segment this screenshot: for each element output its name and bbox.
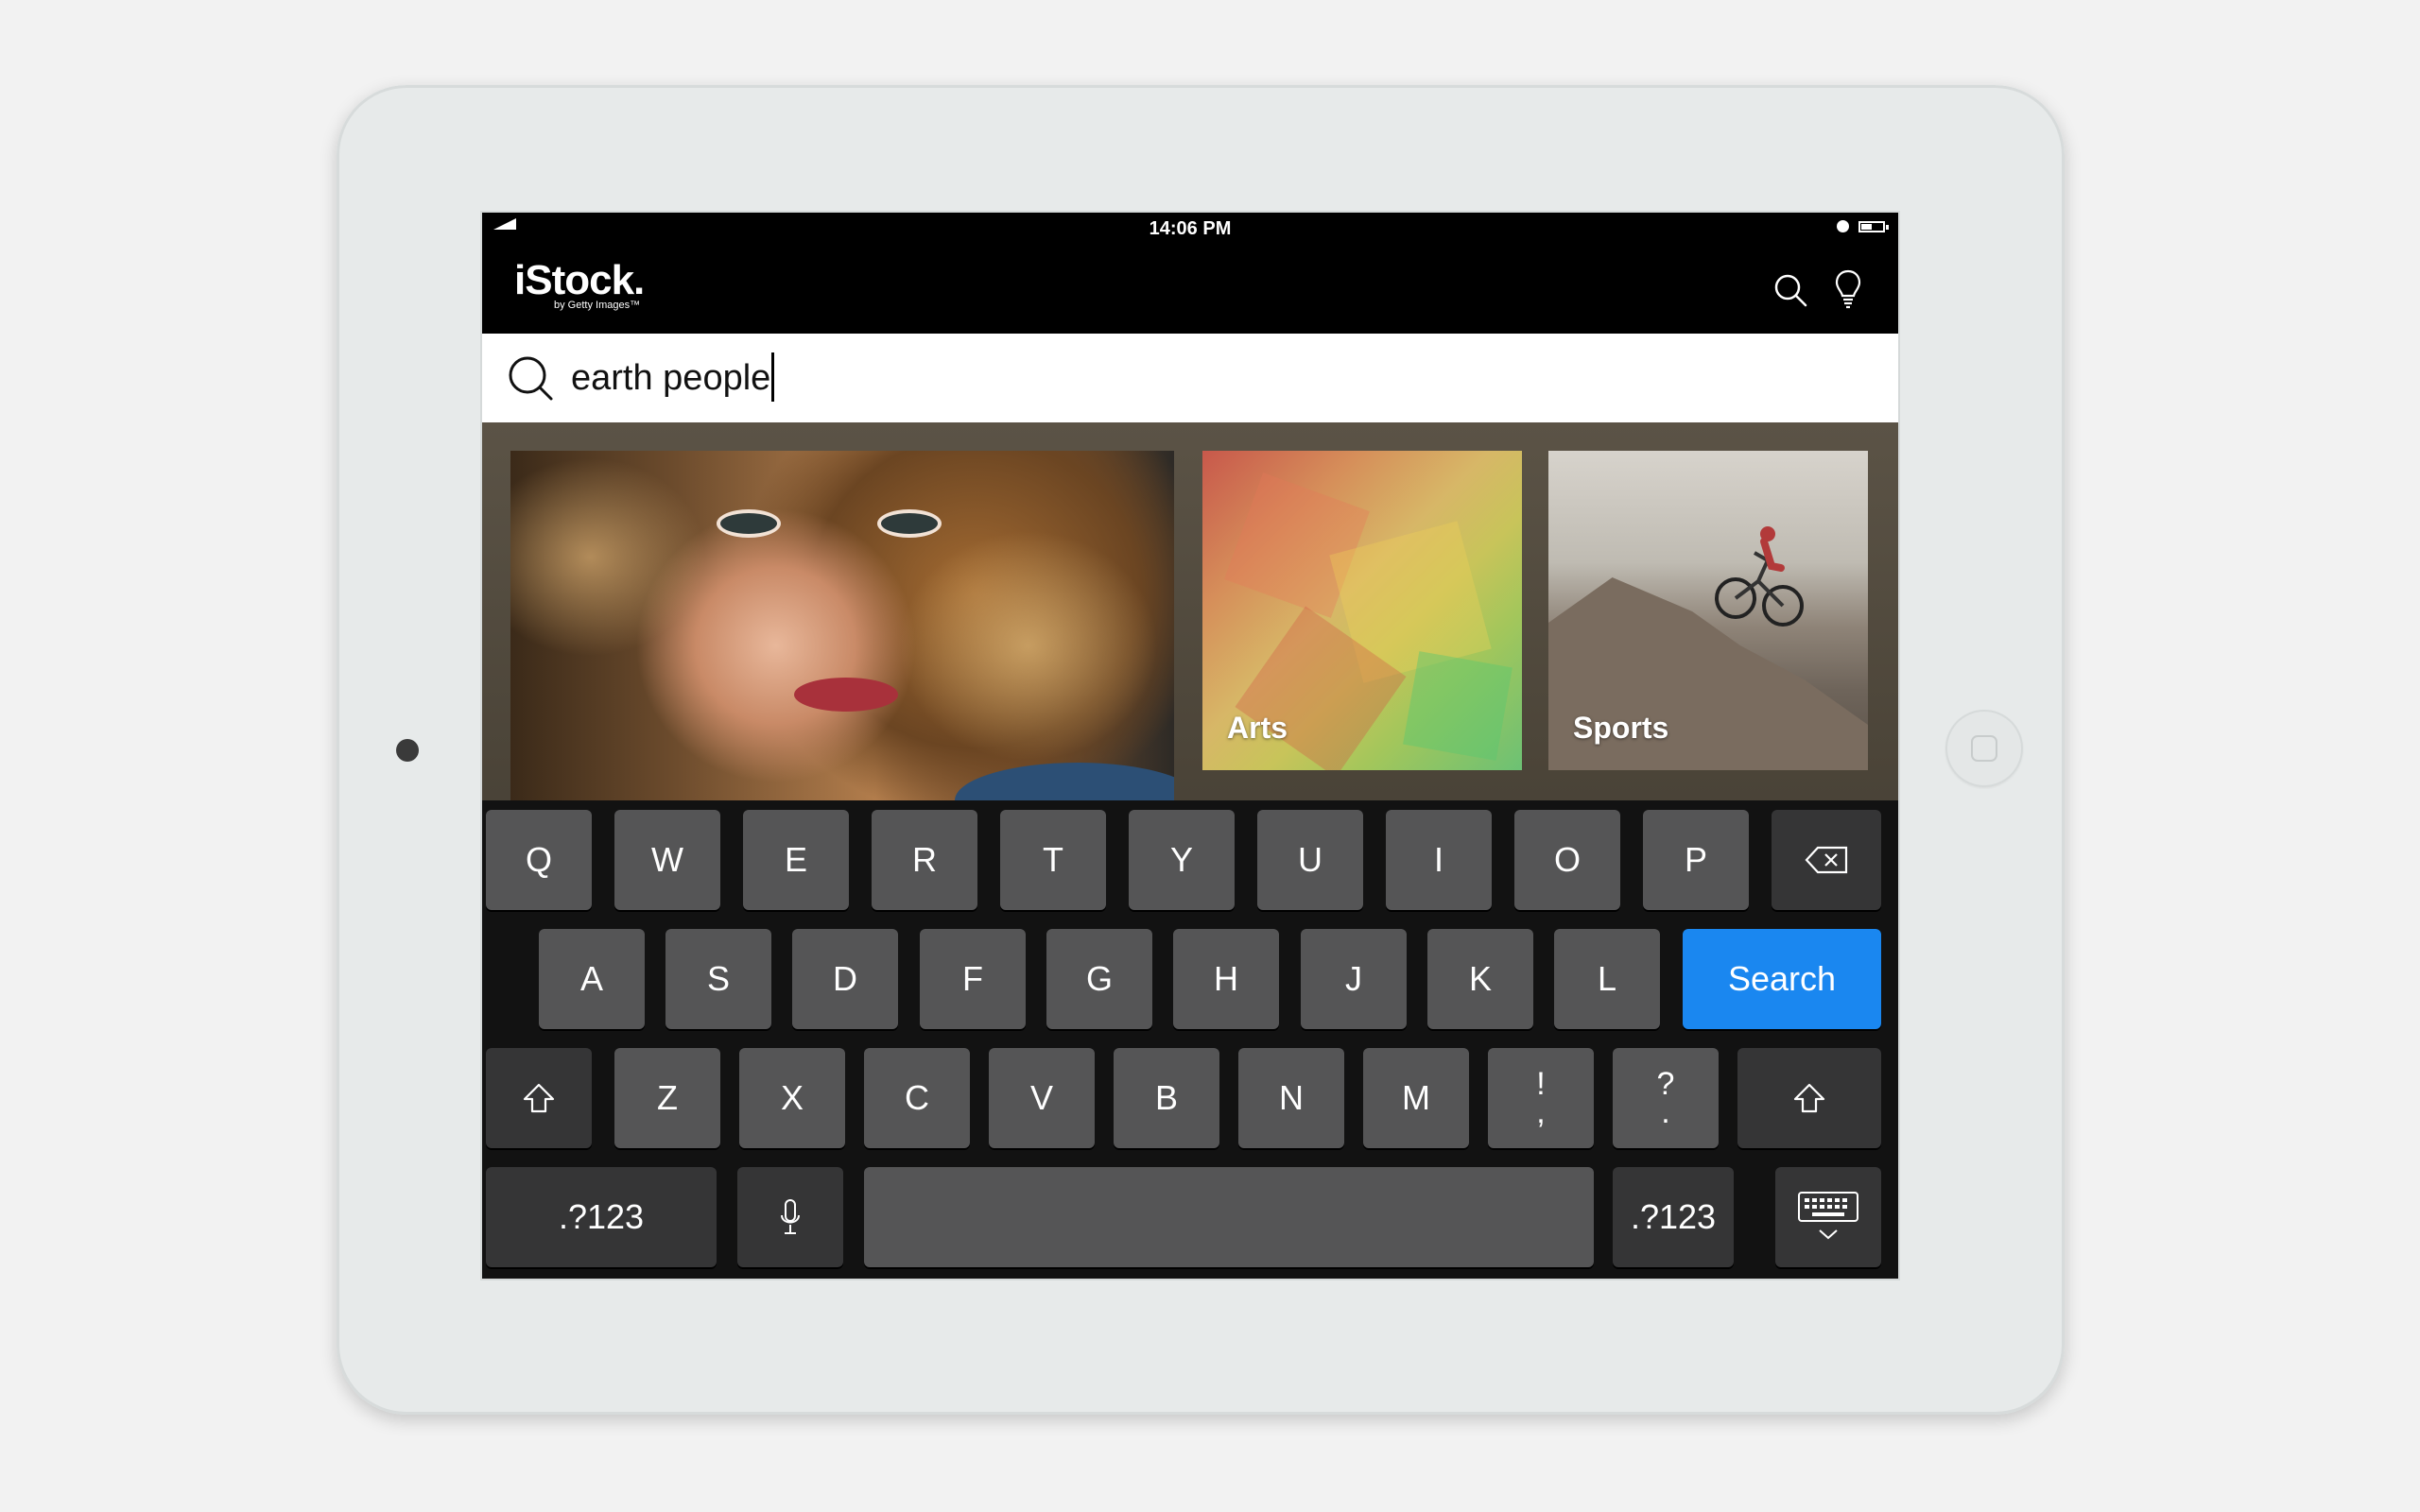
key-u[interactable]: U xyxy=(1257,810,1363,910)
portrait-eye xyxy=(720,513,777,534)
logo-text: iStock. xyxy=(514,257,645,303)
alarm-icon xyxy=(1837,220,1849,232)
logo-subtitle: by Getty Images™ xyxy=(554,300,641,311)
text-caret xyxy=(771,352,775,402)
key-s[interactable]: S xyxy=(666,929,771,1029)
gallery-tile-sports[interactable]: Sports xyxy=(1548,451,1868,770)
key-question-period[interactable]: ?. xyxy=(1613,1048,1719,1148)
camera-icon xyxy=(396,739,419,762)
search-input[interactable]: earth people xyxy=(571,352,775,402)
numbers-key-left[interactable]: .?123 xyxy=(486,1167,717,1267)
key-q[interactable]: Q xyxy=(486,810,592,910)
key-n[interactable]: N xyxy=(1238,1048,1344,1148)
key-b[interactable]: B xyxy=(1114,1048,1219,1148)
battery-icon xyxy=(1858,221,1889,232)
key-h[interactable]: H xyxy=(1173,929,1279,1029)
key-f[interactable]: F xyxy=(920,929,1026,1029)
key-x[interactable]: X xyxy=(739,1048,845,1148)
microphone-icon xyxy=(781,1199,800,1234)
dictation-key[interactable] xyxy=(737,1167,843,1267)
key-exclaim-comma[interactable]: !, xyxy=(1488,1048,1594,1148)
tile-label-sports: Sports xyxy=(1573,711,1669,745)
screen: 14:06 PM iStock. by Getty Images™ earth … xyxy=(480,211,1900,1280)
cyclist-icon xyxy=(1715,526,1804,627)
key-bottom-char: , xyxy=(1536,1094,1546,1130)
app-header: iStock. by Getty Images™ xyxy=(482,235,1898,334)
key-m[interactable]: M xyxy=(1363,1048,1469,1148)
space-bar[interactable] xyxy=(864,1167,1594,1267)
portrait-lips xyxy=(794,678,898,712)
search-icon[interactable] xyxy=(1773,273,1807,307)
key-o[interactable]: O xyxy=(1514,810,1620,910)
key-v[interactable]: V xyxy=(989,1048,1095,1148)
portrait-eye xyxy=(881,513,938,534)
key-e[interactable]: E xyxy=(743,810,849,910)
home-square-icon xyxy=(1971,735,1997,762)
key-z[interactable]: Z xyxy=(614,1048,720,1148)
numbers-key-right[interactable]: .?123 xyxy=(1613,1167,1734,1267)
portrait-hair xyxy=(510,451,1174,805)
key-l[interactable]: L xyxy=(1554,929,1660,1029)
backspace-key[interactable] xyxy=(1772,810,1881,910)
key-w[interactable]: W xyxy=(614,810,720,910)
key-i[interactable]: I xyxy=(1386,810,1492,910)
keyboard-hide-icon xyxy=(1798,1192,1858,1240)
shift-icon xyxy=(1793,1083,1825,1113)
home-button[interactable] xyxy=(1945,710,2023,787)
status-bar: 14:06 PM xyxy=(482,213,1898,239)
shift-key-left[interactable] xyxy=(486,1048,592,1148)
gallery-tile-portrait[interactable] xyxy=(510,451,1174,805)
key-g[interactable]: G xyxy=(1046,929,1152,1029)
shift-icon xyxy=(523,1083,555,1113)
key-j[interactable]: J xyxy=(1301,929,1407,1029)
istock-logo[interactable]: iStock. by Getty Images™ xyxy=(514,257,645,312)
key-r[interactable]: R xyxy=(872,810,977,910)
key-c[interactable]: C xyxy=(864,1048,970,1148)
key-d[interactable]: D xyxy=(792,929,898,1029)
hide-keyboard-key[interactable] xyxy=(1775,1167,1881,1267)
backspace-icon xyxy=(1805,846,1848,874)
key-bottom-char: . xyxy=(1661,1094,1670,1130)
search-key[interactable]: Search xyxy=(1683,929,1881,1029)
key-y[interactable]: Y xyxy=(1129,810,1235,910)
shift-key-right[interactable] xyxy=(1737,1048,1881,1148)
key-t[interactable]: T xyxy=(1000,810,1106,910)
gallery-tile-arts[interactable]: Arts xyxy=(1202,451,1522,770)
arts-shape xyxy=(1403,651,1512,761)
key-p[interactable]: P xyxy=(1643,810,1749,910)
on-screen-keyboard: Q W E R T Y U I O P A S D F G H J K L Se… xyxy=(482,800,1898,1279)
search-query-text: earth people xyxy=(571,358,771,398)
search-icon xyxy=(509,356,553,401)
lightbulb-icon[interactable] xyxy=(1834,269,1862,311)
key-k[interactable]: K xyxy=(1427,929,1533,1029)
search-bar[interactable]: earth people xyxy=(482,334,1898,422)
tile-label-arts: Arts xyxy=(1227,711,1288,745)
key-a[interactable]: A xyxy=(539,929,645,1029)
